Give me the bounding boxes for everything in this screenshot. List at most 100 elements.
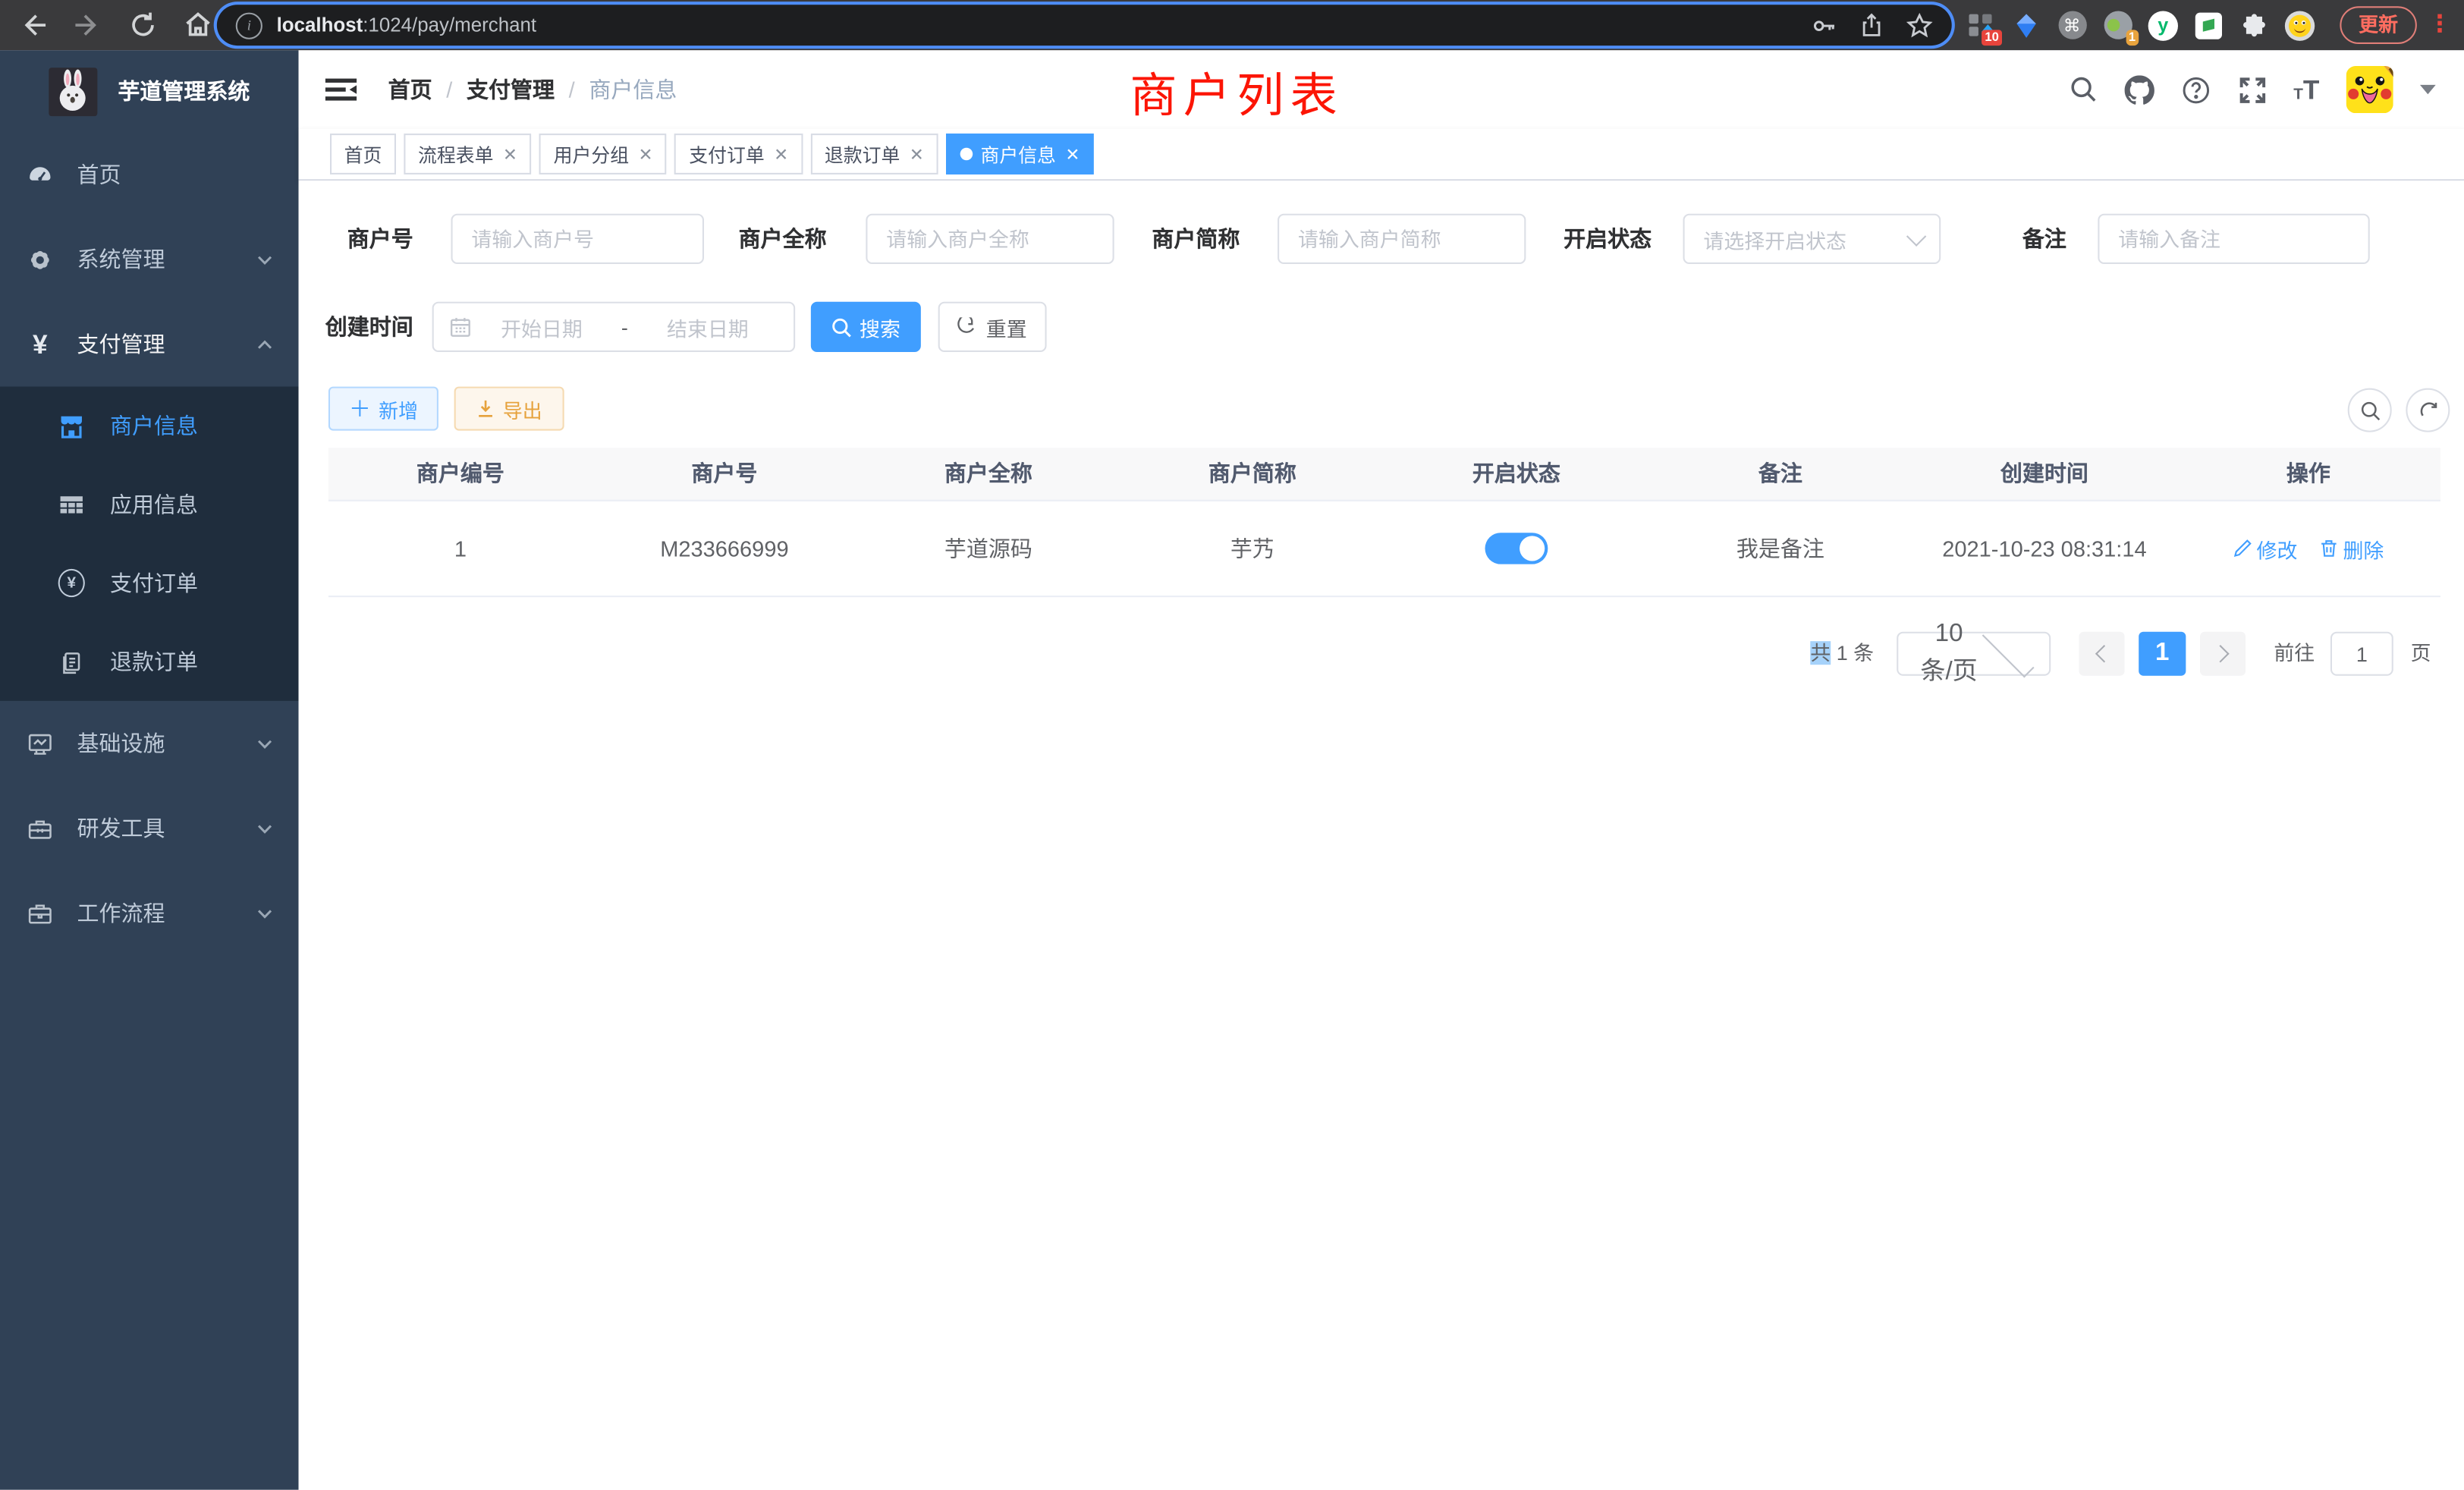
close-icon[interactable]: ✕ bbox=[1065, 144, 1080, 165]
tag-process-form[interactable]: 流程表单✕ bbox=[404, 134, 531, 174]
plus-icon: ＋ bbox=[349, 398, 371, 420]
sidebar-item-dev-tools[interactable]: 研发工具 bbox=[0, 786, 299, 871]
user-avatar[interactable] bbox=[2346, 66, 2393, 113]
date-separator: - bbox=[611, 315, 637, 338]
chevron-left-icon bbox=[2095, 645, 2113, 662]
short-name-label: 商户简称 bbox=[1152, 214, 1240, 264]
share-icon[interactable] bbox=[1859, 13, 1884, 38]
tag-pay-order[interactable]: 支付订单✕ bbox=[675, 134, 803, 174]
avatar-caret-icon[interactable] bbox=[2420, 85, 2436, 94]
pagination-total: 共 1 条 bbox=[1810, 632, 1874, 676]
close-icon[interactable]: ✕ bbox=[774, 144, 788, 165]
breadcrumb: 首页 / 支付管理 / 商户信息 bbox=[388, 50, 677, 129]
fullscreen-icon[interactable] bbox=[2237, 74, 2267, 104]
emoji-avatar-icon[interactable] bbox=[2285, 10, 2315, 39]
help-icon[interactable] bbox=[2180, 74, 2210, 104]
password-key-icon[interactable] bbox=[1810, 12, 1837, 39]
chevron-up-icon bbox=[256, 335, 274, 353]
add-button-label: 新增 bbox=[379, 394, 418, 423]
top-navbar: 首页 / 支付管理 / 商户信息 TT bbox=[299, 50, 2464, 129]
cell-merchant-id: 1 bbox=[328, 501, 592, 596]
browser-update-button[interactable]: 更新 bbox=[2340, 6, 2417, 44]
site-info-icon[interactable]: i bbox=[236, 12, 262, 39]
tag-user-group[interactable]: 用户分组 ✕ bbox=[539, 134, 667, 174]
browser-menu-icon[interactable]: ⋮ bbox=[2428, 9, 2451, 37]
breadcrumb-home[interactable]: 首页 bbox=[388, 74, 432, 105]
sidebar-item-workflow[interactable]: 工作流程 bbox=[0, 871, 299, 956]
page-size-select[interactable]: 10条/页 bbox=[1897, 632, 2051, 676]
sidebar-item-label: 基础设施 bbox=[77, 728, 165, 759]
sidebar-item-pay-order[interactable]: ¥ 支付订单 bbox=[0, 544, 299, 623]
table-search-toggle-icon[interactable] bbox=[2348, 388, 2392, 432]
sidebar-item-home[interactable]: 首页 bbox=[0, 132, 299, 217]
chevron-right-icon bbox=[2211, 645, 2229, 662]
command-extension-icon[interactable]: ⌘ bbox=[2057, 10, 2087, 39]
table-refresh-icon[interactable] bbox=[2406, 388, 2450, 432]
short-name-input[interactable] bbox=[1278, 214, 1526, 264]
font-size-icon[interactable]: TT bbox=[2293, 76, 2319, 102]
sidebar-item-infra[interactable]: 基础设施 bbox=[0, 701, 299, 786]
sidebar-item-merchant-info[interactable]: 商户信息 bbox=[0, 387, 299, 466]
page-number-1[interactable]: 1 bbox=[2139, 632, 2186, 676]
search-button-label: 搜索 bbox=[860, 312, 900, 341]
browser-reload-icon[interactable] bbox=[129, 11, 157, 39]
sidebar-collapse-icon[interactable] bbox=[325, 74, 357, 105]
app-logo-row[interactable]: 芋道管理系统 bbox=[0, 50, 299, 132]
status-toggle[interactable] bbox=[1485, 533, 1548, 564]
sidebar-item-app-info[interactable]: 应用信息 bbox=[0, 465, 299, 544]
sidebar-item-refund-order[interactable]: 退款订单 bbox=[0, 622, 299, 701]
bookmark-star-icon[interactable] bbox=[1906, 12, 1933, 39]
create-time-range-picker[interactable]: 开始日期 - 结束日期 bbox=[432, 302, 796, 352]
status-select[interactable]: 请选择开启状态 bbox=[1683, 214, 1941, 264]
close-icon[interactable]: ✕ bbox=[910, 144, 924, 165]
merchant-no-input[interactable] bbox=[451, 214, 705, 264]
tag-refund-order[interactable]: 退款订单✕ bbox=[810, 134, 938, 174]
close-icon[interactable]: ✕ bbox=[503, 144, 517, 165]
sidebar-item-label: 研发工具 bbox=[77, 813, 165, 844]
search-button[interactable]: 搜索 bbox=[811, 302, 921, 352]
browser-toolbar: i localhost:1024/pay/merchant 10 ⌘ 1 bbox=[0, 0, 2464, 50]
extension-badge: 10 bbox=[1982, 29, 2002, 45]
breadcrumb-section[interactable]: 支付管理 bbox=[467, 74, 555, 105]
next-page-button[interactable] bbox=[2200, 632, 2246, 676]
edit-link[interactable]: 修改 bbox=[2233, 533, 2297, 563]
goto-page-input[interactable] bbox=[2330, 632, 2393, 676]
cell-actions: 修改 删除 bbox=[2176, 501, 2440, 596]
page-size-value: 10条/页 bbox=[1920, 621, 1978, 687]
col-header: 商户全称 bbox=[856, 448, 1120, 499]
header-search-icon[interactable] bbox=[2069, 75, 2097, 103]
grid-extension-icon[interactable]: 10 bbox=[1966, 10, 1995, 39]
main-content: 商户号 商户全称 商户简称 开启状态 请选择开启状态 备注 创建时间 开始日期 … bbox=[299, 181, 2464, 1490]
cell-remark: 我是备注 bbox=[1648, 501, 1912, 596]
delete-link[interactable]: 删除 bbox=[2319, 533, 2384, 563]
tag-label: 用户分组 bbox=[554, 140, 629, 167]
sidebar-item-payment[interactable]: ¥ 支付管理 bbox=[0, 302, 299, 387]
download-icon bbox=[476, 399, 495, 418]
add-button[interactable]: ＋ 新增 bbox=[328, 387, 438, 431]
sidebar-item-system[interactable]: 系统管理 bbox=[0, 217, 299, 302]
tag-merchant-info[interactable]: 商户信息✕ bbox=[946, 134, 1094, 174]
browser-home-icon[interactable] bbox=[184, 11, 212, 39]
prev-page-button[interactable] bbox=[2079, 632, 2125, 676]
github-icon[interactable] bbox=[2124, 74, 2154, 104]
close-icon[interactable]: ✕ bbox=[639, 144, 653, 165]
reset-button[interactable]: 重置 bbox=[938, 302, 1047, 352]
browser-forward-icon[interactable] bbox=[74, 11, 102, 39]
address-bar[interactable]: i localhost:1024/pay/merchant bbox=[217, 5, 1952, 46]
notes-extension-icon[interactable] bbox=[2194, 10, 2224, 39]
status-select-placeholder: 请选择开启状态 bbox=[1703, 224, 1909, 253]
yuque-extension-icon[interactable]: y bbox=[2148, 10, 2178, 39]
recorder-extension-icon[interactable]: 1 bbox=[2103, 10, 2132, 39]
merchant-no-label: 商户号 bbox=[347, 214, 413, 264]
dashboard-icon bbox=[27, 161, 53, 187]
export-button[interactable]: 导出 bbox=[454, 387, 564, 431]
remark-input[interactable] bbox=[2098, 214, 2369, 264]
tag-home[interactable]: 首页 bbox=[330, 134, 396, 174]
browser-back-icon[interactable] bbox=[19, 11, 47, 39]
extensions-puzzle-icon[interactable] bbox=[2239, 10, 2269, 39]
col-header: 开启状态 bbox=[1384, 448, 1648, 499]
table-header-row: 商户编号 商户号 商户全称 商户简称 开启状态 备注 创建时间 操作 bbox=[328, 448, 2440, 501]
chevron-down-icon bbox=[256, 734, 274, 752]
gem-extension-icon[interactable] bbox=[2011, 10, 2041, 39]
full-name-input[interactable] bbox=[866, 214, 1114, 264]
